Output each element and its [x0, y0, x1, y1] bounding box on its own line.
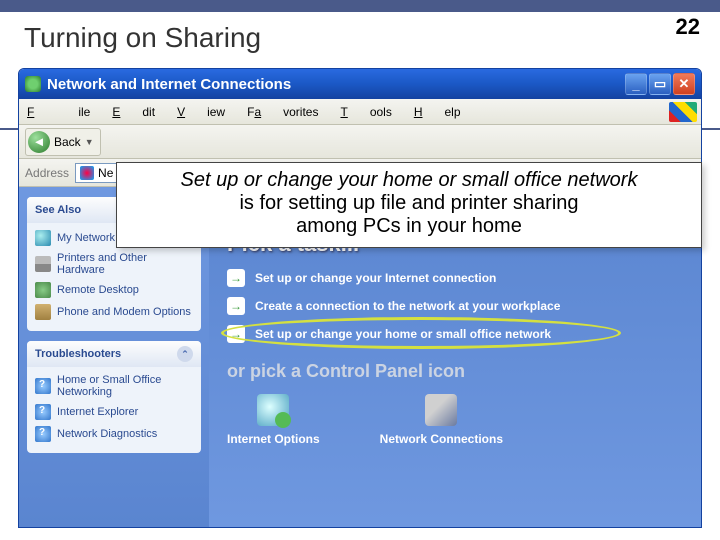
help-icon [35, 378, 51, 394]
sidebar-item-printers[interactable]: Printers and Other Hardware [33, 249, 195, 279]
sidebar-item-phone-modem[interactable]: Phone and Modem Options [33, 301, 195, 323]
cp-icon-label: Internet Options [227, 432, 320, 446]
troubleshooters-panel: Troubleshooters ⌃ Home or Small Office N… [27, 341, 201, 453]
window-icon [25, 76, 41, 92]
sidebar-item-network-diagnostics[interactable]: Network Diagnostics [33, 423, 195, 445]
minimize-button[interactable]: _ [625, 73, 647, 95]
callout-line1: Set up or change your home or small offi… [129, 169, 689, 192]
troubleshooters-title: Troubleshooters [35, 348, 121, 360]
internet-options-icon [257, 394, 289, 426]
sidebar-item-internet-explorer[interactable]: Internet Explorer [33, 401, 195, 423]
menu-favorites[interactable]: Favorites [247, 105, 318, 119]
callout-line2: is for setting up file and printer shari… [129, 192, 689, 215]
remote-desktop-icon [35, 282, 51, 298]
menu-edit[interactable]: Edit [112, 105, 155, 119]
address-folder-icon [80, 166, 94, 180]
explorer-window: Network and Internet Connections _ ▭ ✕ F… [18, 68, 702, 528]
task-internet-connection[interactable]: → Set up or change your Internet connect… [227, 269, 683, 287]
phone-modem-icon [35, 304, 51, 320]
cp-icon-label: Network Connections [380, 432, 503, 446]
help-icon [35, 404, 51, 420]
task-label: Set up or change your Internet connectio… [255, 271, 496, 285]
printer-icon [35, 256, 51, 272]
menu-file[interactable]: File [27, 105, 90, 119]
sidebar-item-remote-desktop[interactable]: Remote Desktop [33, 279, 195, 301]
address-label: Address [25, 166, 69, 180]
task-arrow-icon: → [227, 269, 245, 287]
network-places-icon [35, 230, 51, 246]
menu-tools[interactable]: Tools [340, 105, 391, 119]
task-workplace-connection[interactable]: → Create a connection to the network at … [227, 297, 683, 315]
window-title: Network and Internet Connections [47, 76, 291, 93]
menu-view[interactable]: View [177, 105, 225, 119]
back-button[interactable]: ◄ Back ▼ [25, 128, 101, 156]
chevron-up-icon: ⌃ [177, 346, 193, 362]
help-icon [35, 426, 51, 442]
menu-bar: File Edit View Favorites Tools Help [19, 99, 701, 125]
address-value: Ne [98, 166, 113, 180]
toolbar: ◄ Back ▼ [19, 125, 701, 159]
cp-network-connections[interactable]: Network Connections [380, 394, 503, 446]
slide-title: Turning on Sharing [24, 22, 261, 54]
network-connections-icon [425, 394, 457, 426]
maximize-button[interactable]: ▭ [649, 73, 671, 95]
back-dropdown-icon[interactable]: ▼ [85, 137, 94, 147]
see-also-title: See Also [35, 204, 81, 216]
back-arrow-icon: ◄ [28, 131, 50, 153]
slide-top-bar [0, 0, 720, 12]
task-arrow-icon: → [227, 325, 245, 343]
close-button[interactable]: ✕ [673, 73, 695, 95]
task-label: Set up or change your home or small offi… [255, 327, 551, 341]
window-titlebar[interactable]: Network and Internet Connections _ ▭ ✕ [19, 69, 701, 99]
task-arrow-icon: → [227, 297, 245, 315]
callout-box: Set up or change your home or small offi… [116, 162, 702, 248]
slide-number: 22 [676, 14, 700, 40]
callout-line3: among PCs in your home [129, 215, 689, 238]
windows-flag-icon [669, 102, 697, 122]
sidebar-item-home-office-networking[interactable]: Home or Small Office Networking [33, 371, 195, 401]
troubleshooters-header[interactable]: Troubleshooters ⌃ [27, 341, 201, 367]
pick-icon-heading: or pick a Control Panel icon [227, 361, 683, 382]
menu-help[interactable]: Help [414, 105, 461, 119]
back-label: Back [54, 135, 81, 149]
task-label: Create a connection to the network at yo… [255, 299, 560, 313]
task-home-office-network[interactable]: → Set up or change your home or small of… [227, 325, 683, 343]
cp-internet-options[interactable]: Internet Options [227, 394, 320, 446]
slide-header: Turning on Sharing 22 [0, 0, 720, 68]
